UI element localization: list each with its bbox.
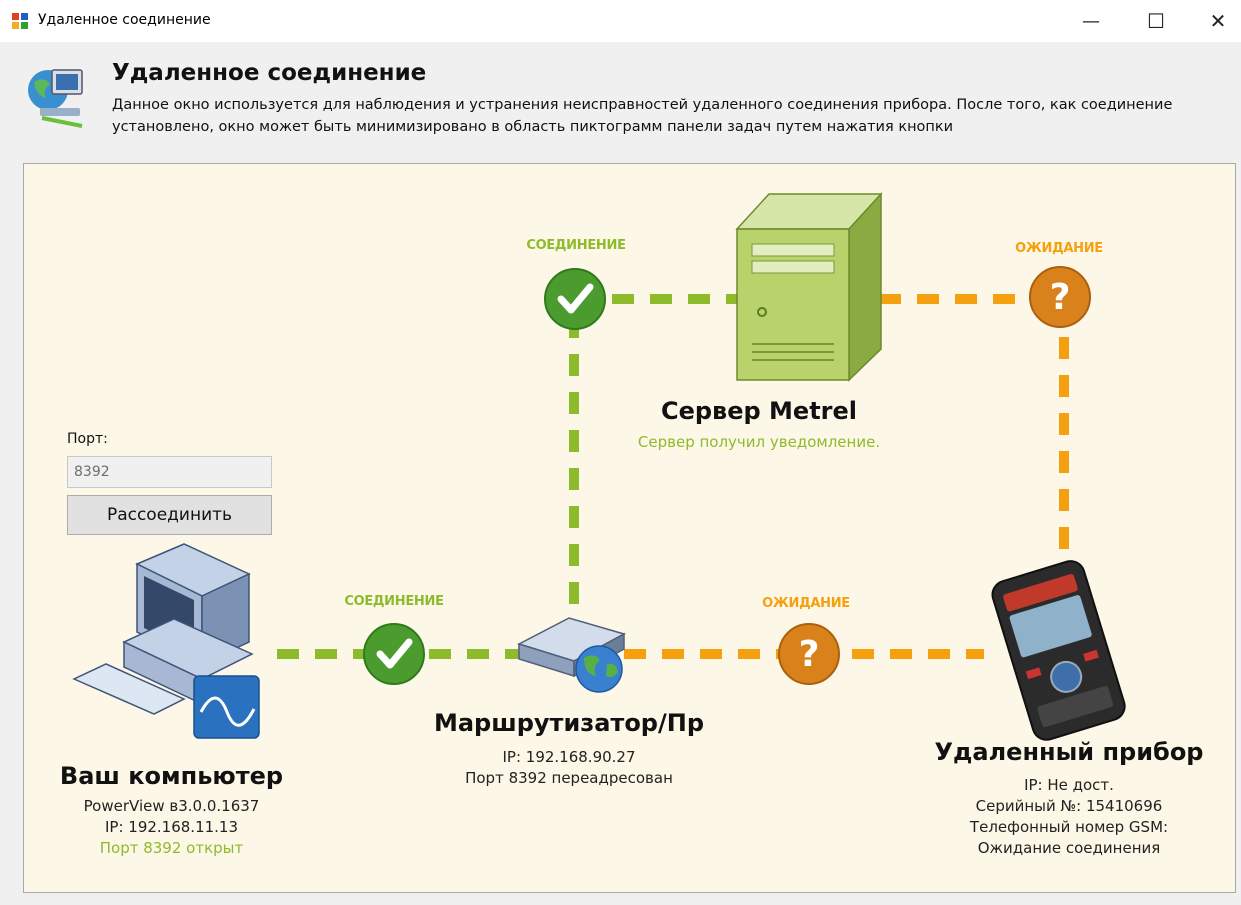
link-server-device-status: ОЖИДАНИЕ: [1015, 241, 1103, 256]
device-ip: IP: Не дост.: [1024, 776, 1114, 794]
check-icon: [544, 268, 606, 330]
computer-version: PowerView в3.0.0.1637: [83, 797, 260, 815]
router-icon: [517, 617, 626, 693]
router-name: Маршрутизатор/Пр: [433, 709, 705, 737]
title-bar: Удаленное соединение — ☐ ✕: [0, 0, 1241, 42]
network-computer-icon: [28, 69, 83, 128]
link-pc-router-status: СОЕДИНЕНИЕ: [344, 594, 444, 609]
header-title: Удаленное соединение: [112, 60, 427, 86]
device-serial: Серийный №: 15410696: [975, 797, 1163, 815]
disconnect-button[interactable]: Рассоединить: [67, 495, 272, 535]
svg-text:?: ?: [799, 634, 820, 675]
link-router-server-status: СОЕДИНЕНИЕ: [526, 238, 626, 253]
app-icon: [12, 13, 28, 29]
device-state: Ожидание соединения: [977, 839, 1161, 857]
device-info: IP: Не дост. Серийный №: 15410696 Телефо…: [904, 775, 1234, 859]
window-title: Удаленное соединение: [38, 12, 211, 28]
link-router-device-status: ОЖИДАНИЕ: [762, 596, 850, 611]
minimize-button[interactable]: —: [1063, 0, 1119, 42]
computer-name: Ваш компьютер: [59, 762, 284, 790]
computer-ip: IP: 192.168.11.13: [104, 818, 239, 836]
server-name: Сервер Metrel: [660, 397, 858, 425]
device-gsm: Телефонный номер GSM:: [969, 818, 1169, 836]
header-description: Данное окно используется для наблюдения …: [112, 97, 1173, 135]
question-icon: ?: [778, 623, 840, 685]
computer-port-status: Порт 8392 открыт: [99, 839, 244, 857]
port-label: Порт:: [67, 431, 108, 447]
computer-info: PowerView в3.0.0.1637 IP: 192.168.11.13 …: [24, 796, 319, 859]
port-input[interactable]: [67, 456, 272, 488]
server-icon: [735, 192, 883, 382]
router-ip: IP: 192.168.90.27: [502, 748, 636, 766]
router-info: IP: 192.168.90.27 Порт 8392 переадресова…: [424, 747, 714, 789]
svg-text:?: ?: [1050, 277, 1071, 318]
router-port: Порт 8392 переадресован: [465, 769, 673, 787]
close-button[interactable]: ✕: [1190, 0, 1241, 42]
maximize-button[interactable]: ☐: [1128, 0, 1184, 42]
question-icon: ?: [1029, 266, 1091, 328]
device-name: Удаленный прибор: [934, 738, 1204, 766]
remote-device-icon: [991, 560, 1126, 741]
computer-icon: [72, 543, 260, 739]
check-icon: [363, 623, 425, 685]
server-status: Сервер получил уведомление.: [637, 433, 881, 451]
header: Удаленное соединение Данное окно использ…: [0, 42, 1241, 160]
